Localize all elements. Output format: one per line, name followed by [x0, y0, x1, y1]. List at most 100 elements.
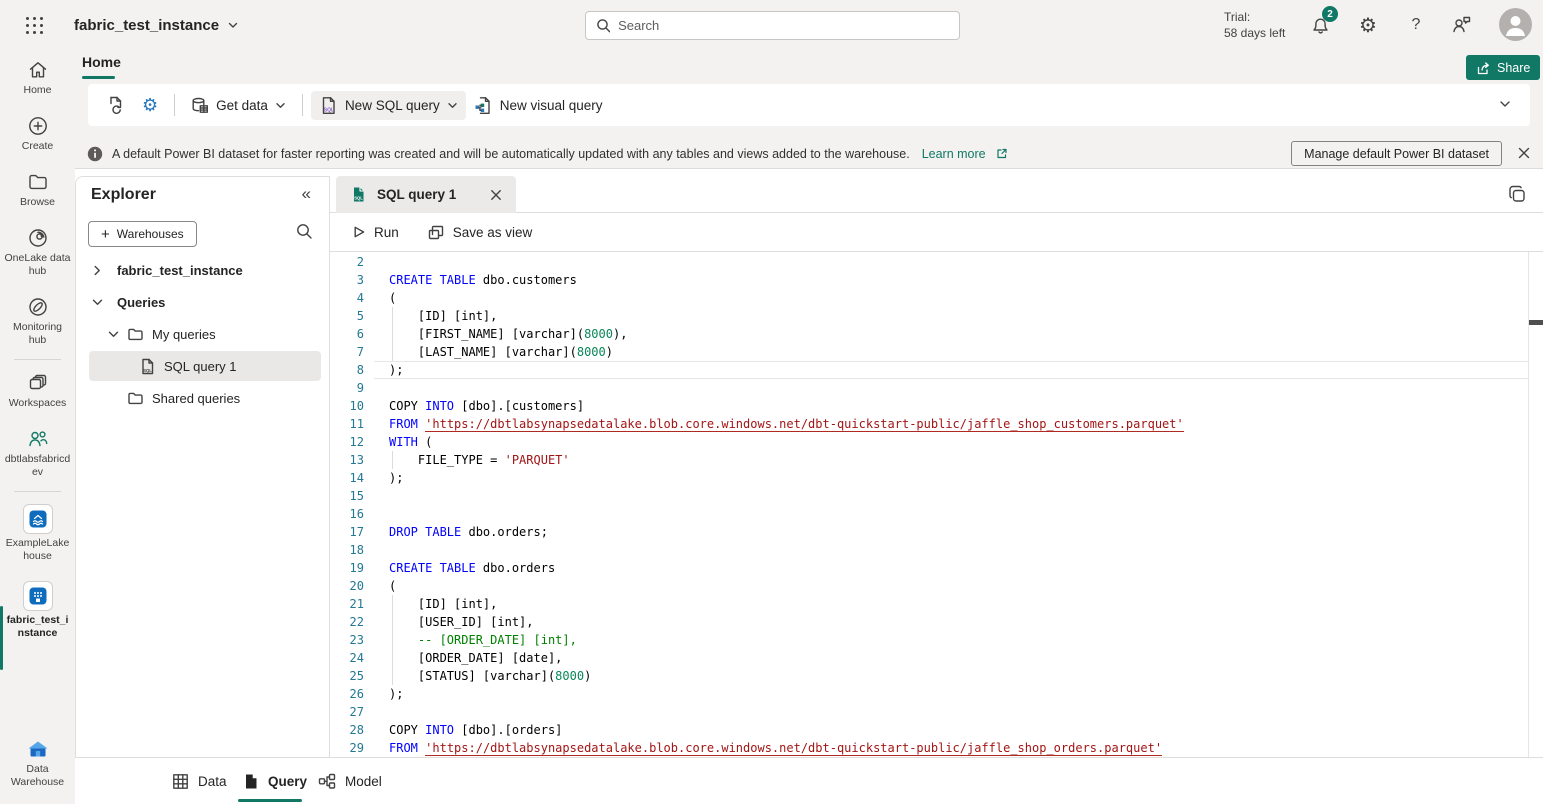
- code-text[interactable]: COPY INTO [dbo].[customers]: [364, 397, 1543, 415]
- code-text[interactable]: WITH (: [364, 433, 1543, 451]
- nav-create[interactable]: Create: [0, 106, 75, 162]
- code-text[interactable]: [FIRST_NAME] [varchar](8000),: [364, 325, 1543, 343]
- tree-item-queries[interactable]: Queries: [76, 286, 329, 318]
- code-line[interactable]: 21 [ID] [int],: [330, 595, 1543, 613]
- close-tab-icon[interactable]: [490, 189, 502, 201]
- nav-monitoring-hub[interactable]: Monitoring hub: [0, 287, 75, 356]
- code-text[interactable]: [364, 379, 1543, 397]
- code-line[interactable]: 18: [330, 541, 1543, 559]
- settings-gear-icon[interactable]: ⚙: [1356, 13, 1380, 37]
- workspace-title-menu[interactable]: fabric_test_instance: [74, 0, 239, 50]
- user-avatar[interactable]: [1499, 8, 1532, 41]
- tree-item-warehouse[interactable]: fabric_test_instance: [76, 254, 329, 286]
- get-data-button[interactable]: Get data: [183, 92, 294, 119]
- save-as-view-button[interactable]: Save as view: [427, 224, 533, 241]
- feedback-icon[interactable]: [1450, 13, 1474, 37]
- new-visual-query-button[interactable]: New visual query: [466, 91, 611, 120]
- copy-icon[interactable]: [1507, 184, 1527, 204]
- view-tab-data[interactable]: Data: [172, 758, 227, 804]
- code-line[interactable]: 25 [STATUS] [varchar](8000): [330, 667, 1543, 685]
- code-line[interactable]: 5 [ID] [int],: [330, 307, 1543, 325]
- view-tab-model[interactable]: Model: [318, 758, 382, 804]
- nav-workspaces[interactable]: Workspaces: [0, 363, 75, 419]
- app-launcher-waffle-icon[interactable]: [24, 15, 45, 36]
- code-text[interactable]: COPY INTO [dbo].[orders]: [364, 721, 1543, 739]
- code-text[interactable]: [ID] [int],: [364, 307, 1543, 325]
- code-text[interactable]: FROM 'https://dbtlabsynapsedatalake.blob…: [364, 415, 1543, 433]
- help-icon[interactable]: ?: [1404, 13, 1428, 37]
- nav-workspace-dbtlabsfabricdev[interactable]: dbtlabsfabricdev: [0, 419, 75, 488]
- tree-item-sql-query-1[interactable]: SQL SQL query 1: [76, 350, 329, 382]
- code-line[interactable]: 24 [ORDER_DATE] [date],: [330, 649, 1543, 667]
- share-button[interactable]: Share: [1466, 55, 1540, 80]
- collapse-ribbon-chevron-icon[interactable]: [1498, 97, 1512, 111]
- warehouse-settings-button[interactable]: ⚙: [134, 90, 166, 121]
- code-line[interactable]: 29FROM 'https://dbtlabsynapsedatalake.bl…: [330, 739, 1543, 757]
- code-line[interactable]: 26);: [330, 685, 1543, 703]
- refresh-settings-button[interactable]: [98, 90, 134, 120]
- explorer-search-icon[interactable]: [296, 223, 313, 240]
- code-text[interactable]: [STATUS] [varchar](8000): [364, 667, 1543, 685]
- nav-browse[interactable]: Browse: [0, 162, 75, 218]
- code-line[interactable]: 16: [330, 505, 1543, 523]
- code-text[interactable]: [ORDER_DATE] [date],: [364, 649, 1543, 667]
- global-search[interactable]: [585, 11, 960, 40]
- learn-more-link[interactable]: Learn more: [922, 147, 986, 161]
- nav-onelake-data-hub[interactable]: OneLake data hub: [0, 218, 75, 287]
- code-text[interactable]: [USER_ID] [int],: [364, 613, 1543, 631]
- code-text[interactable]: CREATE TABLE dbo.customers: [364, 271, 1543, 289]
- nav-home[interactable]: Home: [0, 50, 75, 106]
- code-text[interactable]: [ID] [int],: [364, 595, 1543, 613]
- code-text[interactable]: (: [364, 577, 1543, 595]
- code-line[interactable]: 8);: [330, 361, 1543, 379]
- code-line[interactable]: 6 [FIRST_NAME] [varchar](8000),: [330, 325, 1543, 343]
- code-text[interactable]: [364, 703, 1543, 721]
- code-line[interactable]: 7 [LAST_NAME] [varchar](8000): [330, 343, 1543, 361]
- view-tab-query[interactable]: Query: [243, 758, 307, 804]
- banner-close-icon[interactable]: [1515, 144, 1533, 162]
- code-text[interactable]: FROM 'https://dbtlabsynapsedatalake.blob…: [364, 739, 1543, 757]
- code-line[interactable]: 2: [330, 253, 1543, 271]
- code-line[interactable]: 14);: [330, 469, 1543, 487]
- manage-default-dataset-button[interactable]: Manage default Power BI dataset: [1291, 141, 1502, 166]
- code-line[interactable]: 27: [330, 703, 1543, 721]
- nav-data-warehouse[interactable]: Data Warehouse: [0, 729, 75, 798]
- code-text[interactable]: [364, 253, 1543, 271]
- code-text[interactable]: CREATE TABLE dbo.orders: [364, 559, 1543, 577]
- code-line[interactable]: 17DROP TABLE dbo.orders;: [330, 523, 1543, 541]
- code-text[interactable]: [364, 541, 1543, 559]
- nav-item-fabric-test-instance[interactable]: fabric_test_instance: [0, 572, 75, 649]
- sql-code-area[interactable]: 23CREATE TABLE dbo.customers4(5 [ID] [in…: [330, 252, 1543, 757]
- code-line[interactable]: 3CREATE TABLE dbo.customers: [330, 271, 1543, 289]
- code-line[interactable]: 15: [330, 487, 1543, 505]
- code-line[interactable]: 9: [330, 379, 1543, 397]
- code-line[interactable]: 23 -- [ORDER_DATE] [int],: [330, 631, 1543, 649]
- tree-item-shared-queries[interactable]: Shared queries: [76, 382, 329, 414]
- code-line[interactable]: 4(: [330, 289, 1543, 307]
- code-line[interactable]: 13 FILE_TYPE = 'PARQUET': [330, 451, 1543, 469]
- collapse-explorer-icon[interactable]: «: [302, 184, 311, 204]
- code-text[interactable]: );: [364, 685, 1543, 703]
- code-text[interactable]: FILE_TYPE = 'PARQUET': [364, 451, 1543, 469]
- code-text[interactable]: [364, 487, 1543, 505]
- new-sql-query-button[interactable]: SQL New SQL query: [311, 91, 466, 120]
- run-button[interactable]: Run: [352, 225, 399, 240]
- code-text[interactable]: );: [364, 361, 1543, 379]
- code-line[interactable]: 28COPY INTO [dbo].[orders]: [330, 721, 1543, 739]
- code-text[interactable]: );: [364, 469, 1543, 487]
- code-text[interactable]: [364, 505, 1543, 523]
- code-text[interactable]: DROP TABLE dbo.orders;: [364, 523, 1543, 541]
- code-line[interactable]: 11FROM 'https://dbtlabsynapsedatalake.bl…: [330, 415, 1543, 433]
- add-warehouses-button[interactable]: + Warehouses: [88, 221, 197, 247]
- code-text[interactable]: -- [ORDER_DATE] [int],: [364, 631, 1543, 649]
- code-line[interactable]: 20(: [330, 577, 1543, 595]
- nav-item-examplelakehouse[interactable]: ExampleLakehouse: [0, 495, 75, 572]
- ribbon-tab-home[interactable]: Home: [82, 54, 121, 70]
- tab-sql-query-1[interactable]: SQL SQL query 1: [336, 176, 516, 213]
- code-line[interactable]: 19CREATE TABLE dbo.orders: [330, 559, 1543, 577]
- code-text[interactable]: (: [364, 289, 1543, 307]
- tree-item-my-queries[interactable]: My queries: [76, 318, 329, 350]
- code-text[interactable]: [LAST_NAME] [varchar](8000): [364, 343, 1543, 361]
- search-input[interactable]: [618, 18, 949, 33]
- code-line[interactable]: 12WITH (: [330, 433, 1543, 451]
